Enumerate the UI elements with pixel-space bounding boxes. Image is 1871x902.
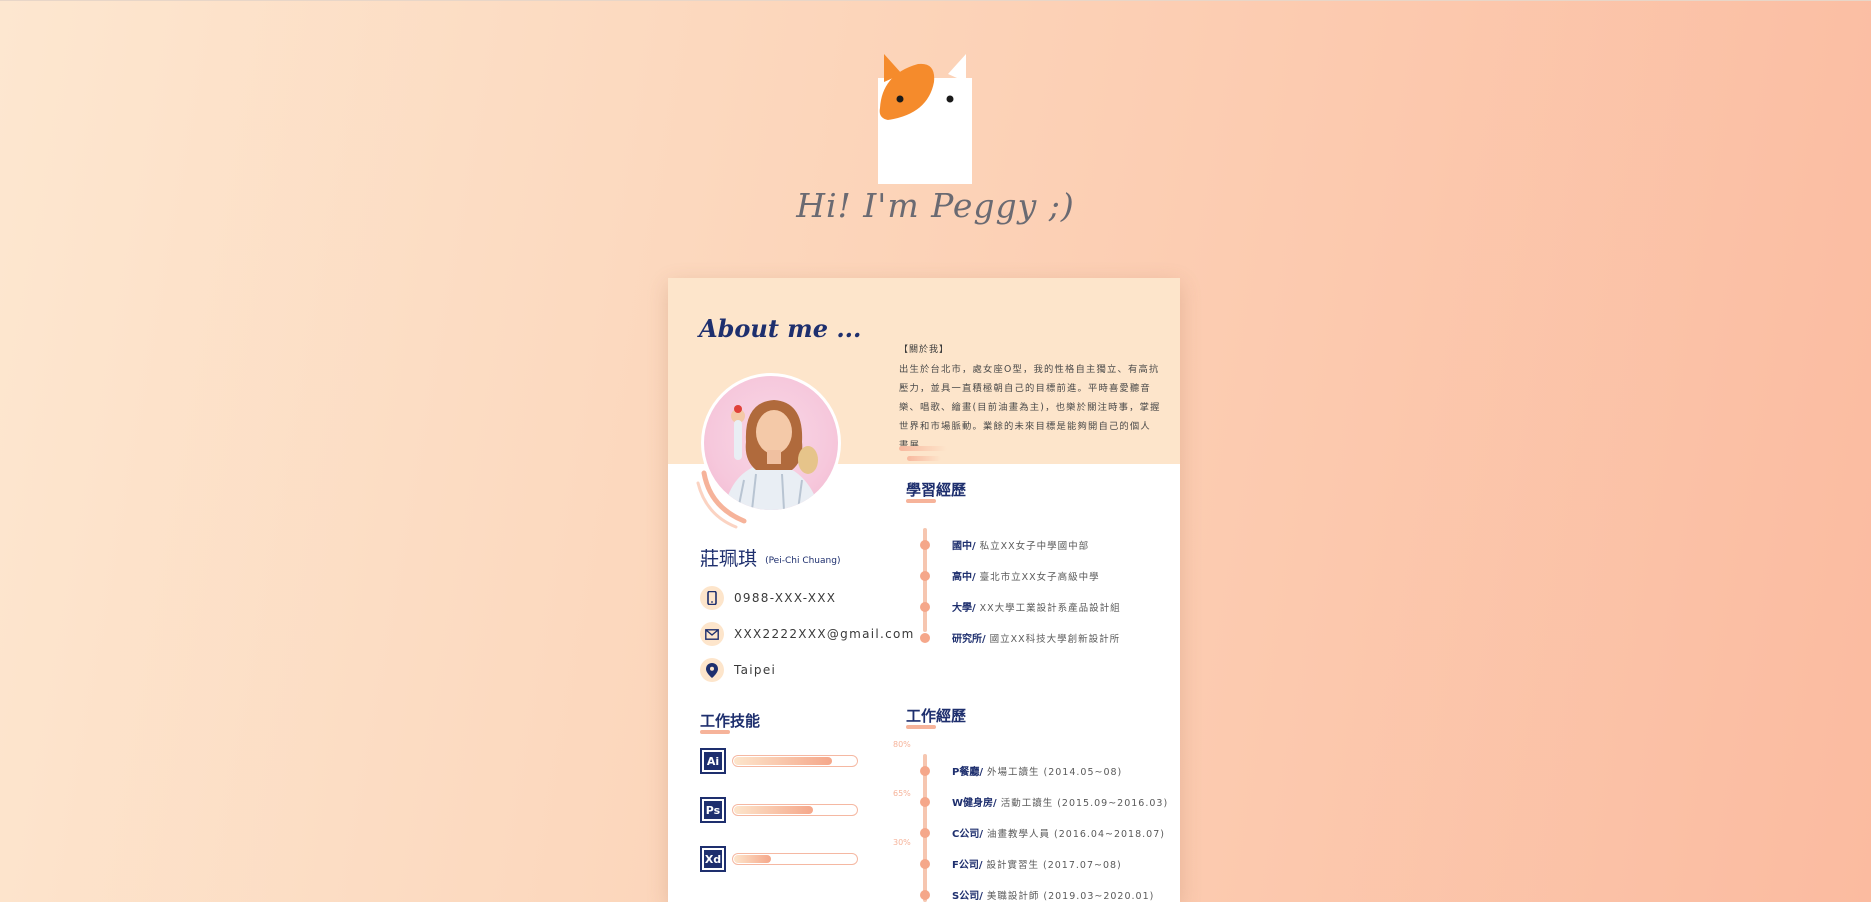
skill-ai-percent: 80% [893, 740, 911, 749]
xd-icon: Xd [700, 846, 726, 872]
skill-ai: Ai 80% [700, 740, 911, 774]
skill-ps-percent: 65% [893, 789, 911, 798]
skill-xd: Xd 30% [700, 838, 911, 872]
work-item: F公司/ 設計實習生 (2017.07~08) [920, 856, 1122, 871]
education-item: 高中/ 臺北市立XX女子高級中學 [920, 568, 1100, 583]
top-border [0, 0, 1871, 1]
skill-ps-bar [732, 804, 858, 816]
timeline-dot [920, 539, 930, 550]
timeline-dot [920, 601, 930, 612]
education-section-title: 學習經歷 [906, 479, 966, 503]
resume-card: About me ... 【關於我】 出生於台北市，處女座O型，我的性格自主獨立… [668, 278, 1180, 902]
timeline-dot [920, 632, 930, 643]
timeline-dot [920, 570, 930, 581]
name-chinese: 莊珮琪 [700, 548, 758, 570]
work-item: W健身房/ 活動工讀生 (2015.09~2016.03) [920, 794, 1168, 809]
timeline-dot [920, 858, 930, 869]
skill-ps-fill [734, 806, 814, 814]
contact-phone: 0988-XXX-XXX [700, 586, 836, 610]
education-item: 國中/ 私立XX女子中學國中部 [920, 537, 1089, 552]
skill-xd-percent: 30% [893, 838, 911, 847]
phone-number: 0988-XXX-XXX [734, 591, 837, 605]
cat-mascot-logo [878, 54, 972, 184]
timeline-dot [920, 796, 930, 807]
greeting-title: Hi! I'm Peggy ;) [796, 186, 1075, 225]
photoshop-icon: Ps [700, 797, 726, 823]
illustrator-icon: Ai [700, 748, 726, 774]
phone-icon [700, 586, 724, 610]
timeline-dot [920, 765, 930, 776]
contact-location: Taipei [700, 658, 776, 682]
email-address[interactable]: XXX2222XXX@gmail.com [734, 627, 915, 641]
mail-icon [700, 622, 724, 646]
full-name: 莊珮琪 (Pei-Chi Chuang) [700, 544, 840, 571]
name-english: (Pei-Chi Chuang) [765, 556, 841, 566]
location-pin-icon [700, 658, 724, 682]
work-item: C公司/ 油畫教學人員 (2016.04~2018.07) [920, 825, 1165, 840]
skills-section-title: 工作技能 [700, 710, 760, 734]
work-section-title: 工作經歷 [906, 705, 966, 729]
timeline-dot [920, 827, 930, 838]
timeline-dot [920, 889, 930, 900]
education-item: 大學/ XX大學工業設計系產品設計組 [920, 599, 1121, 614]
skill-xd-fill [734, 855, 771, 863]
about-heading: 【關於我】 [899, 345, 950, 355]
decorative-arc [696, 470, 747, 529]
decorative-bars [899, 446, 947, 466]
education-item: 研究所/ 國立XX科技大學創新設計所 [920, 630, 1120, 645]
about-me-title: About me ... [699, 314, 862, 343]
skill-xd-bar [732, 853, 858, 865]
skill-ps: Ps 65% [700, 789, 911, 823]
about-description: 出生於台北市，處女座O型，我的性格自主獨立、有高抗壓力，並具一直積極朝自己的目標… [899, 364, 1161, 451]
work-item: P餐廳/ 外場工讀生 (2014.05~08) [920, 763, 1122, 778]
work-item: S公司/ 美職設計師 (2019.03~2020.01) [920, 887, 1154, 902]
skill-ai-fill [734, 757, 832, 765]
contact-email: XXX2222XXX@gmail.com [700, 622, 915, 646]
location-text: Taipei [734, 663, 777, 677]
skill-ai-bar [732, 755, 858, 767]
